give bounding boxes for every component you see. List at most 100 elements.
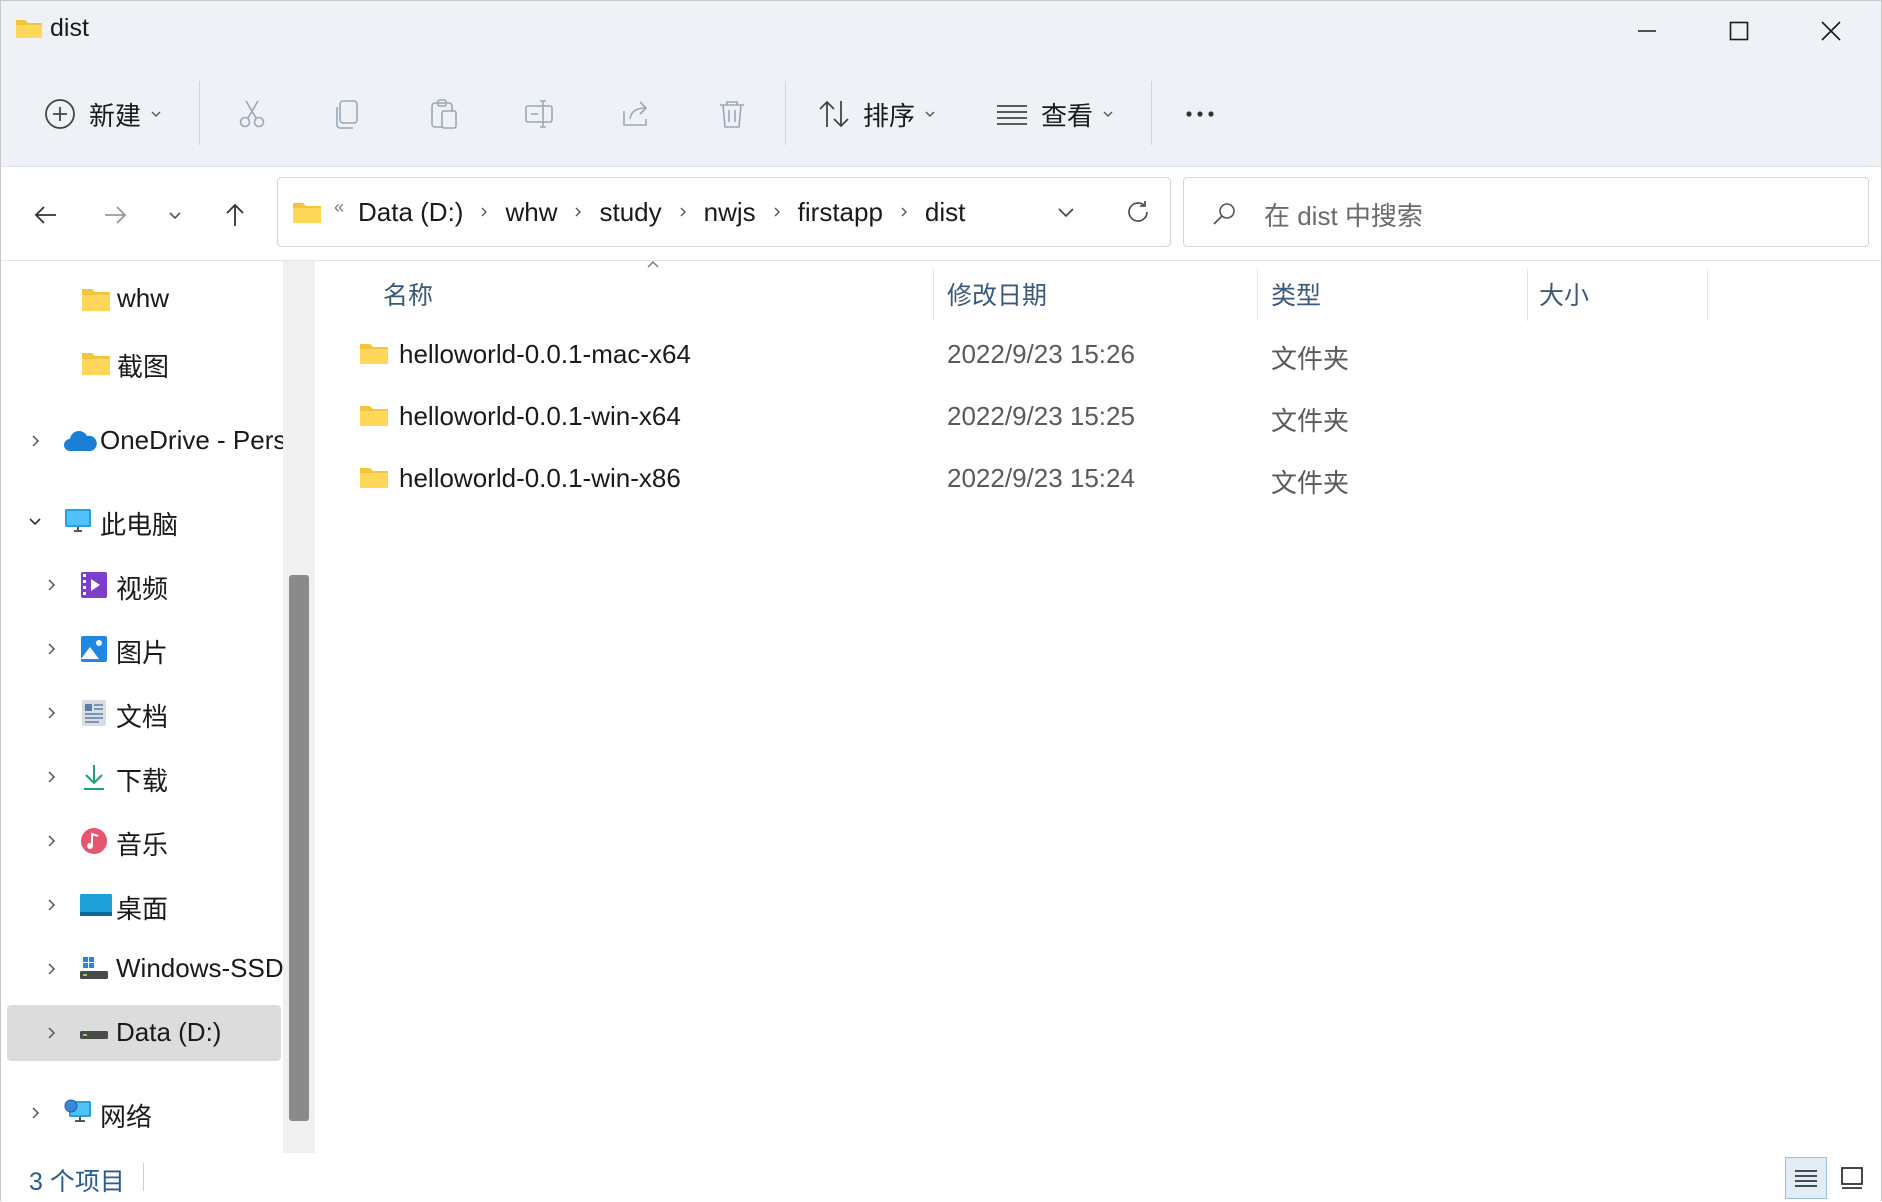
column-divider[interactable] [1707,269,1708,321]
chevron-right-icon[interactable] [477,205,491,219]
folder-icon [82,353,110,375]
sidebar-item-data-drive[interactable]: Data (D:) [7,1005,281,1061]
cloud-icon [64,431,97,451]
sidebar-item-label: Windows-SSD [116,953,283,983]
breadcrumb-item[interactable]: study [599,197,661,228]
address-row: « Data (D:) whw study nwjs firstapp dist [1,167,1881,261]
forward-button[interactable] [93,193,137,237]
new-button[interactable]: 新建 [43,89,163,139]
up-button[interactable] [213,193,257,237]
rename-button[interactable] [523,89,557,139]
video-icon [81,572,107,598]
close-icon [1821,21,1841,41]
delete-icon [720,101,744,128]
minimize-button[interactable] [1602,1,1692,61]
file-modified: 2022/9/23 15:26 [947,339,1135,369]
table-row[interactable]: helloworld-0.0.1-mac-x64 2022/9/23 15:26… [345,325,1845,385]
sidebar-item-label: 此电脑 [100,510,179,540]
sidebar-item-this-pc[interactable]: 此电脑 [7,493,281,549]
sidebar-item-windows-ssd[interactable]: Windows-SSD [7,941,283,997]
search-box[interactable]: 在 dist 中搜索 [1183,177,1869,247]
table-row[interactable]: helloworld-0.0.1-win-x64 2022/9/23 15:25… [345,387,1845,447]
breadcrumb-item[interactable]: whw [505,197,557,228]
chevron-right-icon[interactable] [43,833,59,849]
cut-button[interactable] [235,89,269,139]
command-bar: 新建 排序 查看 [1,61,1881,167]
sort-button[interactable]: 排序 [817,89,937,139]
chevron-right-icon[interactable] [43,577,59,593]
chevron-right-icon[interactable] [43,1025,59,1041]
sidebar-item-documents[interactable]: 文档 [7,685,281,741]
sidebar-item-videos[interactable]: 视频 [7,557,281,613]
breadcrumb-item[interactable]: dist [925,197,965,228]
sidebar-scrollbar-thumb[interactable] [289,575,309,1121]
column-divider[interactable] [1527,269,1528,321]
share-button[interactable] [619,89,653,139]
column-divider[interactable] [933,269,934,321]
breadcrumb-item[interactable]: Data (D:) [358,197,463,228]
chevron-right-icon[interactable] [897,205,911,219]
arrow-left-icon [34,206,56,224]
address-bar[interactable]: « Data (D:) whw study nwjs firstapp dist [277,177,1171,247]
new-label: 新建 [89,100,142,131]
breadcrumb-item[interactable]: firstapp [798,197,883,228]
title-bar: dist [1,1,1881,61]
sidebar-item-label: 网络 [100,1102,153,1132]
file-modified: 2022/9/23 15:24 [947,463,1135,493]
view-icon [997,105,1027,125]
copy-button[interactable] [331,89,365,139]
rename-icon [525,100,553,128]
column-divider[interactable] [1257,269,1258,321]
file-name: helloworld-0.0.1-win-x64 [399,401,681,431]
sidebar-item-screenshots[interactable]: 截图 [7,335,281,391]
refresh-icon[interactable] [1124,198,1152,226]
breadcrumb: Data (D:) whw study nwjs firstapp dist [358,178,965,246]
document-icon [82,700,106,726]
chevron-right-icon[interactable] [27,433,43,449]
chevron-right-icon[interactable] [43,641,59,657]
sidebar-item-downloads[interactable]: 下载 [7,749,281,805]
tiles-view-button[interactable] [1831,1157,1873,1199]
column-header-type[interactable]: 类型 [1271,269,1321,319]
chevron-right-icon[interactable] [770,205,784,219]
sidebar-item-network[interactable]: 网络 [7,1085,281,1141]
column-header-name[interactable]: 名称 [383,269,433,319]
close-button[interactable] [1786,1,1876,61]
sidebar-item-pictures[interactable]: 图片 [7,621,281,677]
chevron-right-icon[interactable] [43,705,59,721]
breadcrumb-item[interactable]: nwjs [704,197,756,228]
window-title: dist [50,14,89,42]
file-type: 文件夹 [1271,406,1350,436]
table-row[interactable]: helloworld-0.0.1-win-x86 2022/9/23 15:24… [345,449,1845,509]
delete-button[interactable] [715,89,749,139]
sidebar-item-desktop[interactable]: 桌面 [7,877,281,933]
tiles-view-icon [1841,1167,1863,1189]
chevron-right-icon[interactable] [43,769,59,785]
sidebar-item-music[interactable]: 音乐 [7,813,281,869]
paste-button[interactable] [427,89,461,139]
chevron-down-icon [1103,111,1113,117]
chevron-right-icon[interactable] [27,1105,43,1121]
chevron-right-icon[interactable] [43,961,59,977]
chevron-right-icon[interactable] [676,205,690,219]
sidebar-item-label: Data (D:) [116,1017,222,1047]
column-header-modified[interactable]: 修改日期 [947,269,1047,319]
sidebar-item-onedrive[interactable]: OneDrive - Pers [7,413,283,469]
back-button[interactable] [24,193,68,237]
chevron-down-icon[interactable] [1054,200,1078,224]
view-button[interactable]: 查看 [995,89,1115,139]
recent-locations-button[interactable] [153,193,197,237]
paste-icon [431,99,457,129]
chevron-right-icon[interactable] [43,897,59,913]
maximize-button[interactable] [1694,1,1784,61]
chevron-down-icon[interactable] [27,513,43,529]
search-input[interactable]: 在 dist 中搜索 [1264,196,1423,233]
more-button[interactable] [1183,89,1217,139]
chevron-right-icon[interactable] [571,205,585,219]
details-view-button[interactable] [1785,1157,1827,1199]
view-label: 查看 [1041,100,1094,131]
sidebar-item-whw[interactable]: whw [7,271,281,327]
column-header-size[interactable]: 大小 [1539,269,1589,319]
separator [143,1163,144,1191]
sort-icon [819,100,849,128]
